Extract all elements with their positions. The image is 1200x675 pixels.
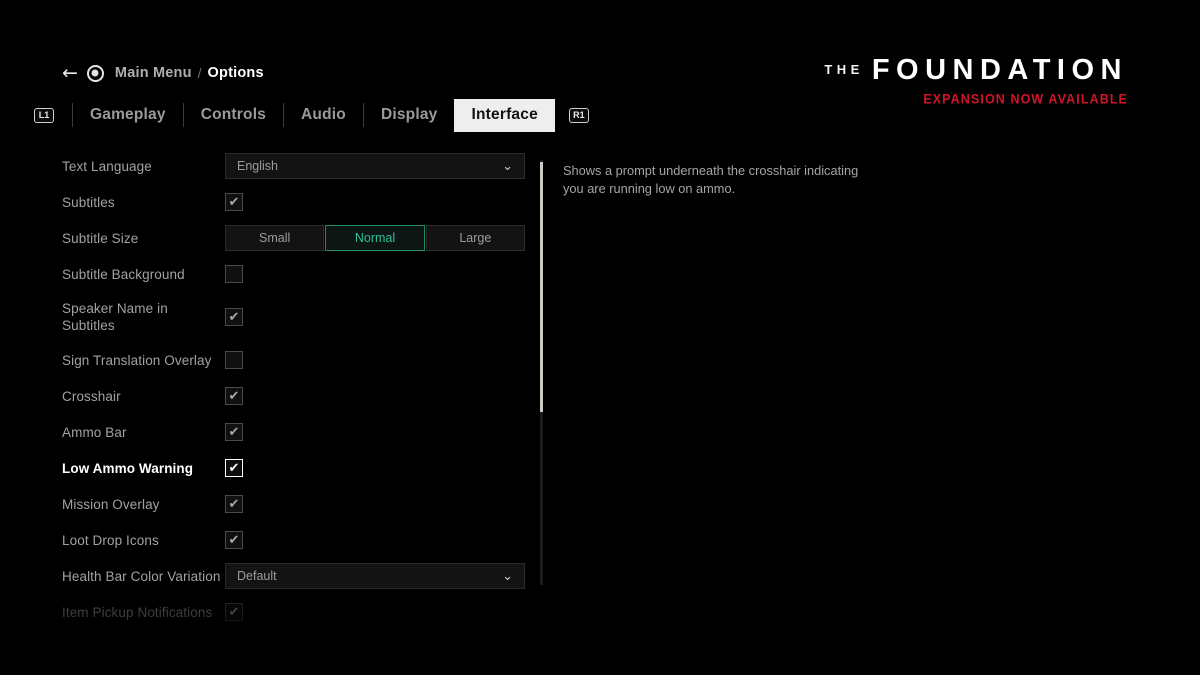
setting-label: Subtitle Size xyxy=(62,230,139,246)
segmented-subtitle-size[interactable]: Small Normal Large xyxy=(225,225,525,251)
breadcrumb-parent[interactable]: Main Menu xyxy=(115,65,192,81)
tab-bar: L1 Gameplay Controls Audio Display Inter… xyxy=(34,98,605,132)
setting-row-health-bar-color-variation[interactable]: Health Bar Color Variation Default ⌄ xyxy=(0,558,560,594)
setting-row-subtitles[interactable]: Subtitles ✔ xyxy=(0,184,560,220)
scrollbar-thumb[interactable] xyxy=(540,162,543,412)
circle-button-icon[interactable] xyxy=(86,64,104,82)
checkbox-low-ammo-warning[interactable]: ✔ xyxy=(225,459,243,477)
setting-label: Crosshair xyxy=(62,388,121,404)
check-icon: ✔ xyxy=(228,309,240,325)
logo-prefix: THE xyxy=(824,62,864,77)
setting-control[interactable]: ✔ xyxy=(225,265,243,283)
setting-control[interactable]: Default ⌄ xyxy=(225,563,525,589)
tab-audio[interactable]: Audio xyxy=(284,99,363,132)
setting-row-low-ammo-warning[interactable]: Low Ammo Warning ✔ xyxy=(0,450,560,486)
description-text: Shows a prompt underneath the crosshair … xyxy=(563,163,859,196)
chevron-down-icon: ⌄ xyxy=(502,568,513,584)
setting-row-mission-overlay[interactable]: Mission Overlay ✔ xyxy=(0,486,560,522)
description-panel: Shows a prompt underneath the crosshair … xyxy=(563,162,863,198)
setting-control[interactable]: ✔ xyxy=(225,423,243,441)
setting-row-sign-translation-overlay[interactable]: Sign Translation Overlay ✔ xyxy=(0,342,560,378)
arrow-left-icon[interactable]: ← xyxy=(62,63,78,83)
setting-row-weapon-swap-prompt[interactable]: Weapon Swap Prompt ✔ xyxy=(0,630,560,666)
checkbox-subtitle-background[interactable]: ✔ xyxy=(225,265,243,283)
setting-label: Low Ammo Warning xyxy=(62,460,194,476)
checkbox-item-pickup-notifications[interactable]: ✔ xyxy=(225,603,243,621)
segment-normal[interactable]: Normal xyxy=(325,225,425,251)
tab-display[interactable]: Display xyxy=(364,99,455,132)
check-icon: ✔ xyxy=(228,388,240,404)
setting-control[interactable]: ✔ xyxy=(225,495,243,513)
setting-control[interactable]: ✔ xyxy=(225,531,243,549)
left-shoulder-button-icon[interactable]: L1 xyxy=(34,107,54,123)
setting-label: Weapon Swap Prompt xyxy=(62,640,199,656)
segment-large[interactable]: Large xyxy=(425,225,525,251)
check-icon: ✔ xyxy=(228,194,240,210)
segment-small[interactable]: Small xyxy=(225,225,325,251)
breadcrumb: ← Main Menu / Options xyxy=(62,62,264,84)
setting-label: Speaker Name in Subtitles xyxy=(62,301,168,333)
setting-row-crosshair[interactable]: Crosshair ✔ xyxy=(0,378,560,414)
setting-control[interactable]: Small Normal Large xyxy=(225,225,525,251)
checkbox-crosshair[interactable]: ✔ xyxy=(225,387,243,405)
setting-row-subtitle-background[interactable]: Subtitle Background ✔ xyxy=(0,256,560,292)
setting-control[interactable]: ✔ xyxy=(225,193,243,211)
check-icon: ✔ xyxy=(228,460,240,476)
settings-list[interactable]: Text Language English ⌄ Subtitles ✔ Subt… xyxy=(0,148,560,675)
setting-row-loot-drop-icons[interactable]: Loot Drop Icons ✔ xyxy=(0,522,560,558)
right-shoulder-button-icon[interactable]: R1 xyxy=(568,107,589,123)
check-icon: ✔ xyxy=(228,640,240,656)
setting-label: Subtitle Background xyxy=(62,266,185,282)
check-icon: ✔ xyxy=(228,604,240,620)
checkbox-speaker-name-in-subtitles[interactable]: ✔ xyxy=(225,308,243,326)
checkbox-subtitles[interactable]: ✔ xyxy=(225,193,243,211)
breadcrumb-current: Options xyxy=(207,65,264,81)
setting-label: Sign Translation Overlay xyxy=(62,352,212,368)
setting-row-speaker-name-in-subtitles[interactable]: Speaker Name in Subtitles ✔ xyxy=(0,292,560,342)
setting-row-subtitle-size[interactable]: Subtitle Size Small Normal Large xyxy=(0,220,560,256)
setting-row-text-language[interactable]: Text Language English ⌄ xyxy=(0,148,560,184)
check-icon: ✔ xyxy=(228,424,240,440)
chevron-down-icon: ⌄ xyxy=(502,158,513,174)
setting-control[interactable]: ✔ xyxy=(225,603,243,621)
setting-control[interactable]: English ⌄ xyxy=(225,153,525,179)
logo-title-line: THE FOUNDATION xyxy=(824,56,1128,85)
setting-control[interactable]: ✔ xyxy=(225,308,243,326)
check-icon: ✔ xyxy=(228,496,240,512)
setting-row-item-pickup-notifications[interactable]: Item Pickup Notifications ✔ xyxy=(0,594,560,630)
setting-control[interactable]: ✔ xyxy=(225,351,243,369)
breadcrumb-separator: / xyxy=(197,65,202,81)
check-icon: ✔ xyxy=(228,532,240,548)
setting-label: Ammo Bar xyxy=(62,424,127,440)
checkbox-mission-overlay[interactable]: ✔ xyxy=(225,495,243,513)
setting-label: Item Pickup Notifications xyxy=(62,604,213,620)
tab-controls[interactable]: Controls xyxy=(184,99,283,132)
setting-label: Health Bar Color Variation xyxy=(62,568,221,584)
setting-label: Subtitles xyxy=(62,194,115,210)
setting-control[interactable]: ✔ xyxy=(225,387,243,405)
checkbox-sign-translation-overlay[interactable]: ✔ xyxy=(225,351,243,369)
dropdown-health-bar-color-variation[interactable]: Default ⌄ xyxy=(225,563,525,589)
dropdown-value: Default xyxy=(237,569,277,583)
dropdown-value: English xyxy=(237,159,278,173)
checkbox-ammo-bar[interactable]: ✔ xyxy=(225,423,243,441)
expansion-logo: THE FOUNDATION EXPANSION NOW AVAILABLE xyxy=(824,56,1128,107)
logo-title: FOUNDATION xyxy=(871,54,1128,86)
setting-label: Mission Overlay xyxy=(62,496,160,512)
setting-row-ammo-bar[interactable]: Ammo Bar ✔ xyxy=(0,414,560,450)
dropdown-text-language[interactable]: English ⌄ xyxy=(225,153,525,179)
checkbox-loot-drop-icons[interactable]: ✔ xyxy=(225,531,243,549)
setting-label: Loot Drop Icons xyxy=(62,532,159,548)
setting-label: Text Language xyxy=(62,158,152,174)
checkbox-weapon-swap-prompt[interactable]: ✔ xyxy=(225,639,243,657)
setting-control[interactable]: ✔ xyxy=(225,639,243,657)
setting-control[interactable]: ✔ xyxy=(225,459,243,477)
logo-subtitle: EXPANSION NOW AVAILABLE xyxy=(923,91,1128,107)
tab-gameplay[interactable]: Gameplay xyxy=(73,99,183,132)
tab-interface[interactable]: Interface xyxy=(454,98,555,132)
